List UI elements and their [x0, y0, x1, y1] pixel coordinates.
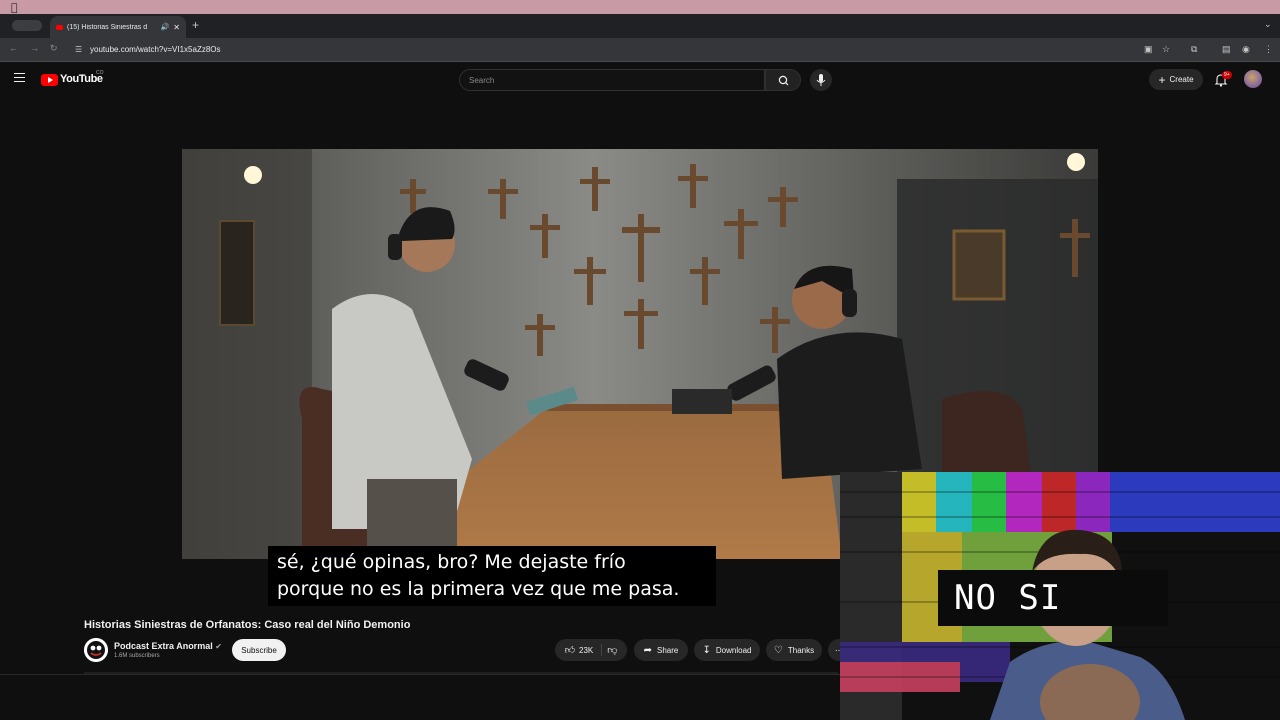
back-icon[interactable]: ← [9, 43, 18, 53]
subscribe-button[interactable]: Subscribe [232, 639, 286, 661]
tab-group-pill[interactable] [12, 20, 42, 31]
like-dislike-group: 👍︎ 23K 👎︎ [555, 639, 627, 661]
download-button[interactable]: ↧ Download [694, 639, 760, 661]
thumbs-up-icon: 👍︎ [564, 645, 576, 656]
dislike-button[interactable]: 👎︎ [607, 644, 617, 656]
notification-badge: 9+ [1222, 71, 1232, 79]
speaker-icon[interactable]: 🔊 [161, 23, 170, 31]
caption-line-2: porque no es la primera vez que me pasa. [277, 578, 680, 600]
macos-menu-bar [0, 0, 1280, 14]
thanks-label: Thanks [787, 645, 815, 655]
like-count: 23K [579, 645, 594, 655]
thanks-heart-icon: ♡ [773, 644, 783, 656]
tab-search-chevron-icon[interactable]: ⌄ [1264, 19, 1272, 30]
address-bar[interactable]: youtube.com/watch?v=VI1x5aZz8Os [90, 45, 221, 54]
download-label: Download [715, 645, 752, 655]
video-captions: sé, ¿qué opinas, bro? Me dejaste frío po… [268, 546, 716, 606]
account-avatar[interactable] [1244, 70, 1262, 88]
new-tab-icon[interactable]: + [192, 18, 199, 32]
channel-logo-icon [84, 638, 108, 662]
share-button[interactable]: ➦ Share [634, 639, 688, 661]
youtube-favicon-icon [56, 24, 63, 30]
page-divider-bottom [0, 674, 840, 675]
channel-name[interactable]: Podcast Extra Anormal ✔ [114, 641, 222, 651]
search-button[interactable] [765, 69, 801, 91]
cast-icon[interactable]: ▣ [1144, 44, 1153, 55]
bookmark-star-icon[interactable]: ☆ [1162, 44, 1170, 55]
close-tab-icon[interactable]: ✕ [173, 23, 180, 32]
extensions-icon[interactable]: ⧉ [1191, 44, 1197, 55]
voice-search-button[interactable] [810, 69, 832, 91]
browser-menu-icon[interactable]: ⋮ [1264, 44, 1273, 55]
search-input[interactable]: Search [459, 69, 765, 91]
apple-menu-icon[interactable]:  [11, 1, 18, 14]
country-code: CO [96, 70, 104, 76]
verified-badge-icon: ✔ [215, 642, 222, 651]
browser-tab-active[interactable]: (15) Historias Siniestras d 🔊 ✕ [50, 16, 186, 38]
download-icon: ↧ [702, 644, 711, 656]
like-button[interactable]: 👍︎ 23K [565, 644, 603, 656]
create-label: Create [1169, 75, 1194, 84]
thumbs-down-icon: 👎︎ [607, 645, 618, 656]
plus-icon: + [1158, 72, 1166, 87]
thanks-button[interactable]: ♡ Thanks [766, 639, 822, 661]
site-settings-icon[interactable]: ☰ [75, 45, 82, 54]
subscriber-count: 1.6M subscribers [114, 653, 160, 659]
reload-icon[interactable]: ↻ [50, 43, 58, 54]
sidepanel-icon[interactable]: ▤ [1222, 44, 1231, 55]
no-signal-text: NO SI [938, 570, 1168, 626]
channel-avatar[interactable] [84, 638, 108, 662]
microphone-icon [816, 74, 826, 86]
create-button[interactable]: + Create [1149, 69, 1203, 90]
share-label: Share [657, 645, 679, 655]
tab-title: (15) Historias Siniestras d [67, 23, 148, 31]
search-icon [778, 75, 789, 86]
profile-icon[interactable]: ◉ [1242, 44, 1250, 55]
video-title: Historias Siniestras de Orfanatos: Caso … [84, 619, 411, 631]
forward-icon[interactable]: → [30, 43, 39, 53]
share-icon: ➦ [643, 644, 653, 656]
guide-menu-icon[interactable] [14, 73, 25, 82]
caption-line-1: sé, ¿qué opinas, bro? Me dejaste frío [277, 551, 626, 573]
youtube-logo-icon[interactable] [41, 74, 58, 86]
